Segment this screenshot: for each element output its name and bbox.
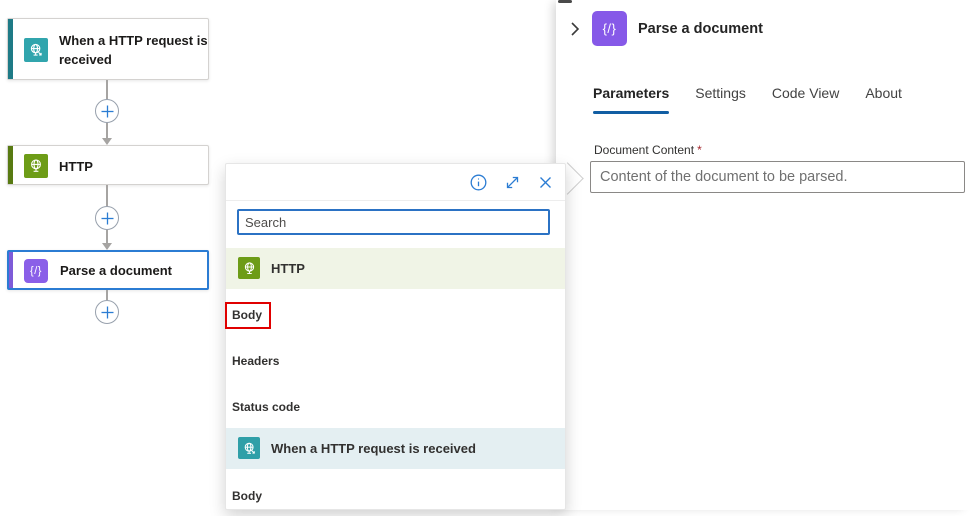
document-content-input[interactable] xyxy=(590,161,965,193)
token-group-label: When a HTTP request is received xyxy=(271,428,476,469)
required-asterisk: * xyxy=(697,143,702,157)
panel-drag-handle[interactable] xyxy=(558,0,572,3)
workflow-node-http[interactable]: HTTP xyxy=(7,145,209,185)
connector-line xyxy=(106,290,108,300)
plus-icon xyxy=(101,212,114,225)
panel-tabs: Parameters Settings Code View About xyxy=(593,85,902,107)
tab-parameters[interactable]: Parameters xyxy=(593,85,669,107)
operation-details-panel: {/} Parse a document Parameters Settings… xyxy=(556,0,970,510)
add-action-button[interactable] xyxy=(95,300,119,324)
document-content-label: Document Content* xyxy=(594,143,702,157)
chevron-right-icon xyxy=(564,18,586,40)
plus-icon xyxy=(101,306,114,319)
close-icon[interactable] xyxy=(536,173,555,192)
token-item-body[interactable]: Body xyxy=(226,476,565,516)
connector-line xyxy=(106,80,108,99)
node-accent-bar xyxy=(8,146,13,184)
token-group-label: HTTP xyxy=(271,248,305,289)
connector-arrowhead xyxy=(102,138,112,145)
connector-arrowhead xyxy=(102,243,112,250)
token-item-body[interactable]: Body xyxy=(226,295,565,335)
http-globe-icon xyxy=(238,257,260,279)
tab-settings[interactable]: Settings xyxy=(695,85,746,107)
search-input[interactable] xyxy=(237,209,550,235)
token-item-headers[interactable]: Headers xyxy=(226,341,565,381)
tab-about[interactable]: About xyxy=(865,85,902,107)
collapse-panel-button[interactable] xyxy=(564,18,586,40)
node-label: Parse a document xyxy=(60,252,172,288)
expand-icon[interactable] xyxy=(503,173,522,192)
http-request-trigger-icon xyxy=(238,437,260,459)
parse-document-icon: {/} xyxy=(24,259,48,283)
http-globe-icon xyxy=(24,154,48,178)
plus-icon xyxy=(101,105,114,118)
workflow-node-parse-a-document[interactable]: {/} Parse a document xyxy=(7,250,209,290)
tab-code-view[interactable]: Code View xyxy=(772,85,839,107)
connector-line xyxy=(106,230,108,243)
token-group-http-request-trigger[interactable]: When a HTTP request is received xyxy=(226,428,565,469)
token-group-http[interactable]: HTTP xyxy=(226,248,565,289)
node-label: HTTP xyxy=(59,146,93,186)
node-accent-bar xyxy=(9,252,13,288)
node-label: When a HTTP request is received xyxy=(59,31,209,69)
http-request-trigger-icon xyxy=(24,38,48,62)
connector-line xyxy=(106,185,108,206)
workflow-node-http-request-trigger[interactable]: When a HTTP request is received xyxy=(7,18,209,80)
connector-line xyxy=(106,123,108,138)
panel-title: Parse a document xyxy=(638,21,763,37)
add-action-button[interactable] xyxy=(95,99,119,123)
token-item-status-code[interactable]: Status code xyxy=(226,387,565,427)
parse-document-icon: {/} xyxy=(592,11,627,46)
info-icon[interactable] xyxy=(469,173,488,192)
add-action-button[interactable] xyxy=(95,206,119,230)
node-accent-bar xyxy=(8,19,13,79)
dynamic-content-popup: HTTP Body Headers Status code When a HTT… xyxy=(225,163,566,510)
